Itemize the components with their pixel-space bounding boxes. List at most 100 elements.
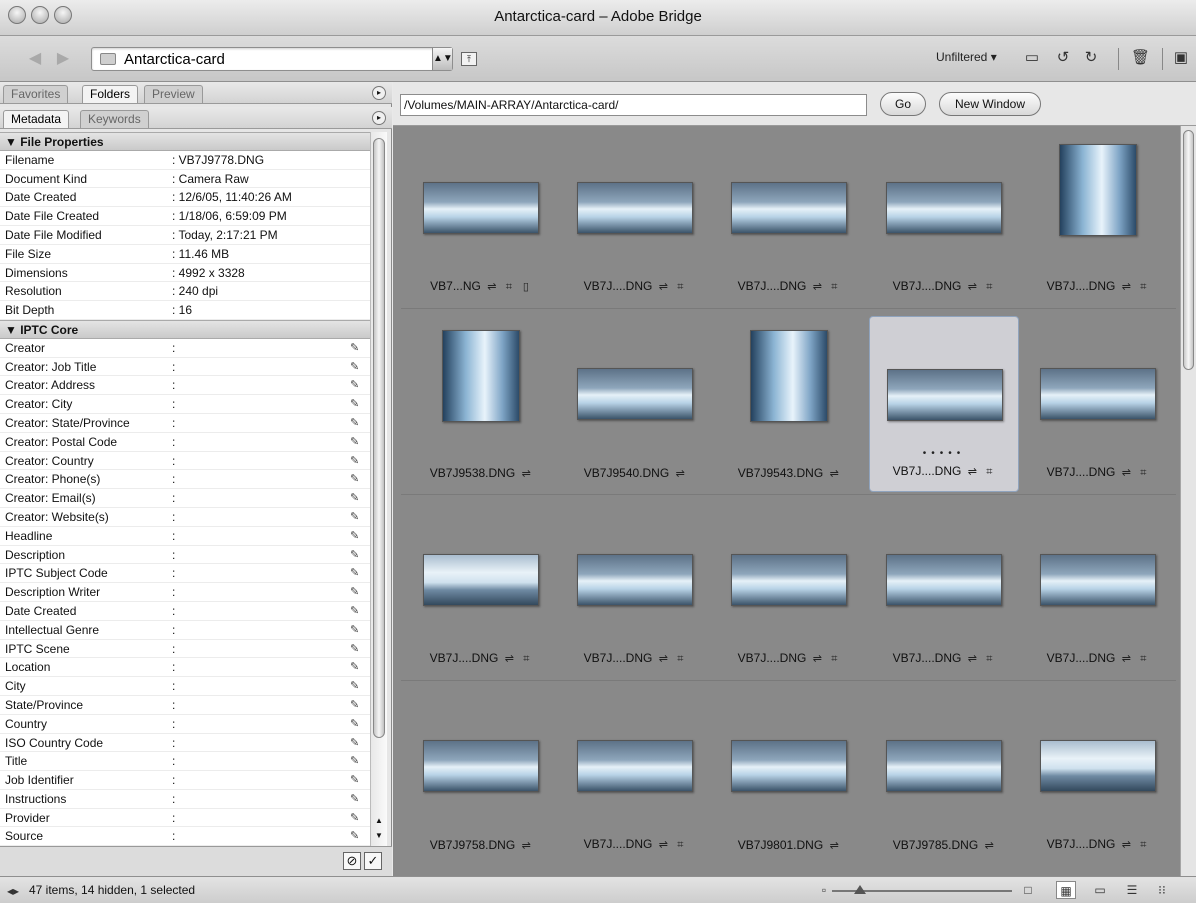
thumbnail-cell[interactable]: VB7J....DNG ⇌ ⌗: [560, 130, 710, 306]
large-thumbnail-icon[interactable]: □: [1018, 881, 1038, 899]
trash-icon[interactable]: 🗑: [1131, 49, 1150, 67]
thumbnail-cell[interactable]: VB7J....DNG ⇌ ⌗: [714, 130, 864, 306]
thumbnail-image[interactable]: [577, 554, 693, 606]
thumbnail-cell[interactable]: VB7J....DNG ⇌ ⌗: [1023, 130, 1173, 306]
metadata-value[interactable]: :: [172, 640, 175, 659]
thumbnail-cell[interactable]: VB7J9538.DNG ⇌: [406, 316, 556, 492]
rotate-right-icon[interactable]: ↻: [1082, 49, 1100, 67]
editable-metadata-row[interactable]: IPTC Subject Code: ✎: [0, 564, 370, 584]
metadata-value[interactable]: :: [172, 564, 175, 583]
pencil-icon[interactable]: ✎: [350, 527, 359, 546]
metadata-value[interactable]: :: [172, 677, 175, 696]
thumbnail-image[interactable]: [577, 740, 693, 792]
metadata-value[interactable]: :: [172, 358, 175, 377]
tab-folders[interactable]: Folders: [82, 85, 139, 103]
metadata-value[interactable]: :: [172, 715, 175, 734]
metadata-value[interactable]: :: [172, 696, 175, 715]
pencil-icon[interactable]: ✎: [350, 715, 359, 734]
compact-mode-icon[interactable]: ▣: [1172, 49, 1190, 67]
filmstrip-view-icon[interactable]: ▭: [1090, 881, 1110, 899]
editable-metadata-row[interactable]: Creator: Job Title: ✎: [0, 358, 370, 377]
metadata-value[interactable]: :: [172, 489, 175, 508]
metadata-value[interactable]: :: [172, 734, 175, 753]
thumbnail-image[interactable]: [731, 182, 847, 234]
thumbnail-filename[interactable]: VB7J....DNG: [893, 464, 962, 478]
metadata-value[interactable]: :: [172, 470, 175, 489]
editable-metadata-row[interactable]: Instructions: ✎: [0, 790, 370, 809]
panel-menu-icon[interactable]: ▸: [372, 111, 386, 125]
pencil-icon[interactable]: ✎: [350, 470, 359, 489]
thumbnail-image[interactable]: [442, 330, 520, 422]
thumbnail-filename[interactable]: VB7J9543.DNG: [738, 466, 823, 480]
filter-menu[interactable]: Unfiltered ▾: [936, 50, 997, 64]
pencil-icon[interactable]: ✎: [350, 696, 359, 715]
thumbnail-cell[interactable]: VB7J....DNG ⇌ ⌗: [1023, 316, 1173, 492]
editable-metadata-row[interactable]: Creator: State/Province: ✎: [0, 414, 370, 433]
pencil-icon[interactable]: ✎: [350, 414, 359, 433]
small-thumbnail-icon[interactable]: ▫: [814, 881, 834, 899]
pencil-icon[interactable]: ✎: [350, 658, 359, 677]
pencil-icon[interactable]: ✎: [350, 771, 359, 790]
editable-metadata-row[interactable]: Creator: Postal Code: ✎: [0, 433, 370, 452]
editable-metadata-row[interactable]: Intellectual Genre: ✎: [0, 621, 370, 640]
metadata-value[interactable]: :: [172, 376, 175, 395]
popup-arrows-icon[interactable]: ▲▼: [432, 48, 453, 70]
thumbnail-cell[interactable]: VB7J....DNG ⇌ ⌗: [714, 502, 864, 678]
metadata-scrollbar[interactable]: ▲ ▼: [370, 132, 387, 846]
rotate-left-icon[interactable]: ↺: [1054, 49, 1072, 67]
metadata-value[interactable]: :: [172, 658, 175, 677]
thumbnail-cell[interactable]: VB7...NG ⇌ ⌗ ▯: [406, 130, 556, 306]
disclosure-triangle-icon[interactable]: ▼: [5, 323, 20, 337]
pencil-icon[interactable]: ✎: [350, 339, 359, 358]
pencil-icon[interactable]: ✎: [350, 827, 359, 846]
thumbnail-image[interactable]: [577, 182, 693, 234]
pencil-icon[interactable]: ✎: [350, 489, 359, 508]
pencil-icon[interactable]: ✎: [350, 546, 359, 565]
metadata-value[interactable]: :: [172, 452, 175, 471]
editable-metadata-row[interactable]: Creator: Email(s): ✎: [0, 489, 370, 508]
pencil-icon[interactable]: ✎: [350, 734, 359, 753]
editable-metadata-row[interactable]: Description: ✎: [0, 546, 370, 565]
pencil-icon[interactable]: ✎: [350, 508, 359, 527]
thumbnail-image[interactable]: [887, 369, 1003, 421]
editable-metadata-row[interactable]: Country: ✎: [0, 715, 370, 734]
cancel-edit-icon[interactable]: ⊘: [343, 852, 361, 870]
path-field[interactable]: /Volumes/MAIN-ARRAY/Antarctica-card/: [400, 94, 867, 116]
thumbnail-filename[interactable]: VB7J....DNG: [1047, 651, 1116, 665]
editable-metadata-row[interactable]: Description Writer: ✎: [0, 583, 370, 602]
thumbnail-cell[interactable]: VB7J9785.DNG ⇌: [869, 688, 1019, 864]
thumbnail-filename[interactable]: VB7J....DNG: [584, 279, 653, 293]
thumbnail-filename[interactable]: VB7J....DNG: [738, 279, 807, 293]
editable-metadata-row[interactable]: ISO Country Code: ✎: [0, 734, 370, 753]
thumbnail-cell[interactable]: ••••• VB7J....DNG ⇌ ⌗: [869, 316, 1019, 492]
thumbnail-filename[interactable]: VB7J9758.DNG: [430, 838, 515, 852]
slider-knob[interactable]: [854, 885, 866, 894]
metadata-value[interactable]: :: [172, 546, 175, 565]
disclosure-triangle-icon[interactable]: ▼: [5, 135, 20, 149]
thumbnail-filename[interactable]: VB7J....DNG: [1047, 837, 1116, 851]
metadata-value[interactable]: :: [172, 395, 175, 414]
thumbnail-cell[interactable]: VB7J9801.DNG ⇌: [714, 688, 864, 864]
thumbnail-filename[interactable]: VB7J9538.DNG: [430, 466, 515, 480]
thumbnail-image[interactable]: [731, 740, 847, 792]
thumbnail-cell[interactable]: VB7J....DNG ⇌ ⌗: [1023, 688, 1173, 864]
pencil-icon[interactable]: ✎: [350, 790, 359, 809]
thumbnail-image[interactable]: [1059, 144, 1137, 236]
editable-metadata-row[interactable]: Source: ✎: [0, 827, 370, 846]
thumbnail-cell[interactable]: VB7J....DNG ⇌ ⌗: [560, 688, 710, 864]
thumbnail-image[interactable]: [886, 554, 1002, 606]
thumbnail-image[interactable]: [423, 740, 539, 792]
details-view-icon[interactable]: ☰: [1122, 881, 1142, 899]
editable-metadata-row[interactable]: Location: ✎: [0, 658, 370, 678]
metadata-value[interactable]: :: [172, 809, 175, 828]
editable-metadata-row[interactable]: Creator: ✎: [0, 339, 370, 358]
thumbnail-filename[interactable]: VB7J....DNG: [1047, 465, 1116, 479]
thumbnail-filename[interactable]: VB7J....DNG: [893, 279, 962, 293]
tab-metadata[interactable]: Metadata: [3, 110, 70, 128]
thumbnail-image[interactable]: [423, 182, 539, 234]
metadata-value[interactable]: :: [172, 621, 175, 640]
editable-metadata-row[interactable]: Date Created: ✎: [0, 602, 370, 621]
thumbnails-view-icon[interactable]: ▦: [1056, 881, 1076, 899]
thumbnail-filename[interactable]: VB7J9540.DNG: [584, 466, 669, 480]
pencil-icon[interactable]: ✎: [350, 752, 359, 771]
